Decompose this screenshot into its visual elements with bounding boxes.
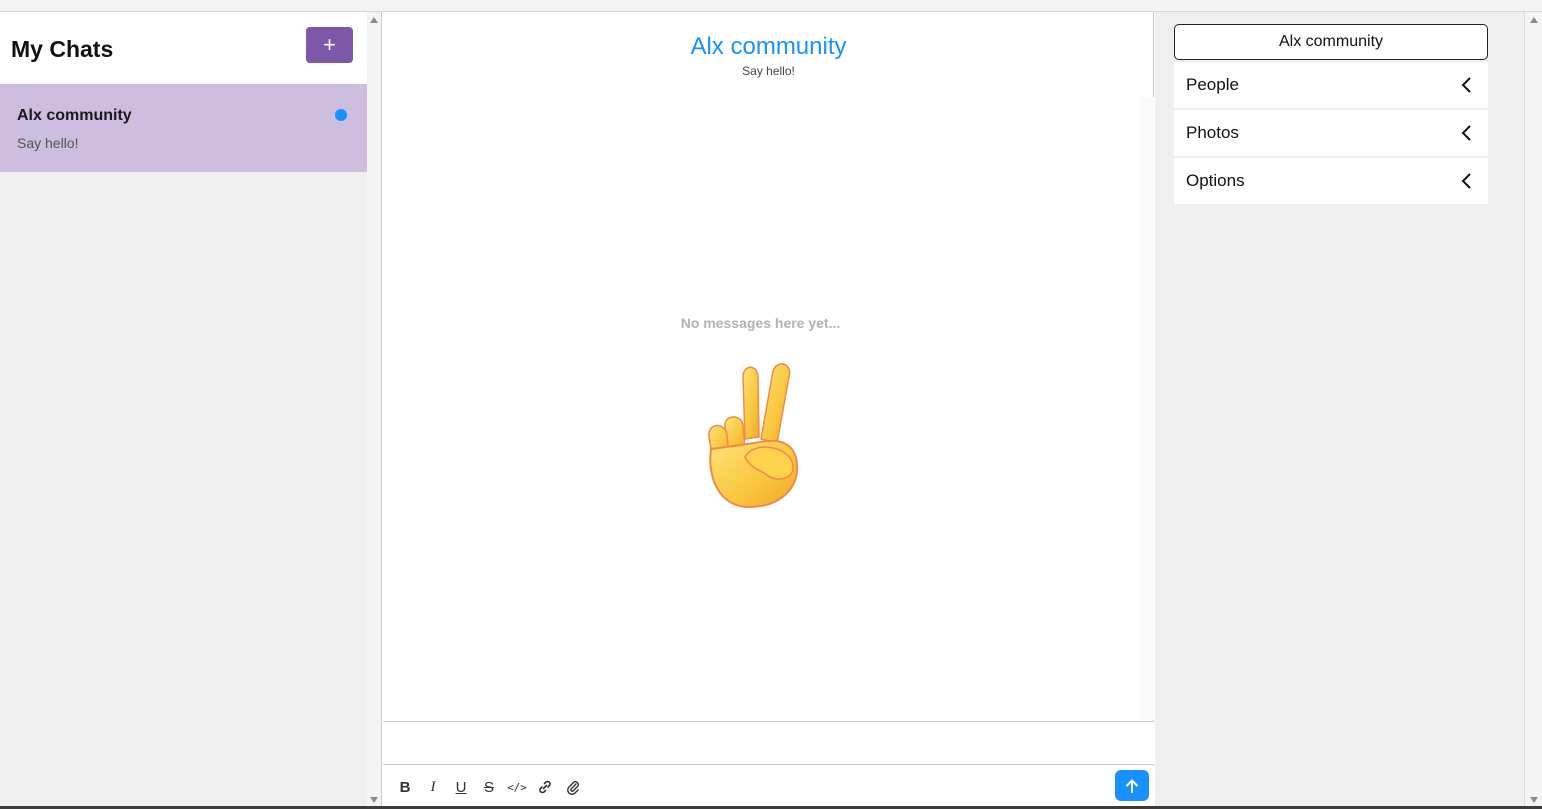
link-icon[interactable] xyxy=(534,776,556,798)
underline-icon[interactable]: U xyxy=(450,776,472,798)
scroll-down-arrow-icon[interactable] xyxy=(1530,797,1538,803)
chevron-left-icon xyxy=(1461,173,1471,189)
chevron-left-icon xyxy=(1461,125,1471,141)
section-people[interactable]: People xyxy=(1174,62,1488,108)
chat-settings-panel: Alx community People Photos Options xyxy=(1155,12,1524,809)
section-photos[interactable]: Photos xyxy=(1174,110,1488,156)
chat-card[interactable]: Alx community Say hello! xyxy=(0,84,367,172)
section-label: Options xyxy=(1186,171,1245,190)
composer-toolbar: B I U S </> xyxy=(383,766,1154,809)
chevron-left-icon xyxy=(1461,77,1471,93)
send-button[interactable] xyxy=(1115,770,1149,801)
attachment-icon[interactable] xyxy=(562,776,584,798)
chat-list-panel: My Chats + Alx community Say hello! xyxy=(0,12,367,809)
arrow-up-icon xyxy=(1126,779,1138,793)
new-chat-button[interactable]: + xyxy=(306,27,353,63)
chat-feed-subtitle: Say hello! xyxy=(742,64,795,78)
chat-card-last-message: Say hello! xyxy=(17,135,79,151)
bold-icon[interactable]: B xyxy=(394,776,416,798)
scroll-up-arrow-icon[interactable] xyxy=(370,17,378,23)
section-label: Photos xyxy=(1186,123,1239,142)
chat-feed: Alx community Say hello! No messages her… xyxy=(383,12,1154,809)
chat-feed-title: Alx community xyxy=(690,33,847,60)
section-label: People xyxy=(1186,75,1239,94)
scroll-down-arrow-icon[interactable] xyxy=(370,797,378,803)
messages-scrollbar[interactable] xyxy=(1140,97,1154,720)
code-icon[interactable]: </> xyxy=(506,776,528,798)
page-scrollbar[interactable] xyxy=(1524,12,1542,809)
italic-icon[interactable]: I xyxy=(422,776,444,798)
chat-list-title: My Chats xyxy=(11,36,114,62)
peace-hand-emoji-icon xyxy=(708,363,799,509)
empty-state-text: No messages here yet... xyxy=(680,315,841,331)
unread-indicator xyxy=(335,109,347,121)
message-composer-input[interactable] xyxy=(383,721,1154,765)
chat-settings-title[interactable]: Alx community xyxy=(1174,24,1488,60)
browser-top-strip xyxy=(0,0,1542,12)
scroll-up-arrow-icon[interactable] xyxy=(1530,17,1538,23)
chat-list-header: My Chats + xyxy=(0,12,367,84)
chat-list-scrollbar[interactable] xyxy=(367,12,382,809)
section-options[interactable]: Options xyxy=(1174,158,1488,204)
chat-card-title: Alx community xyxy=(17,107,132,124)
strikethrough-icon[interactable]: S xyxy=(478,776,500,798)
